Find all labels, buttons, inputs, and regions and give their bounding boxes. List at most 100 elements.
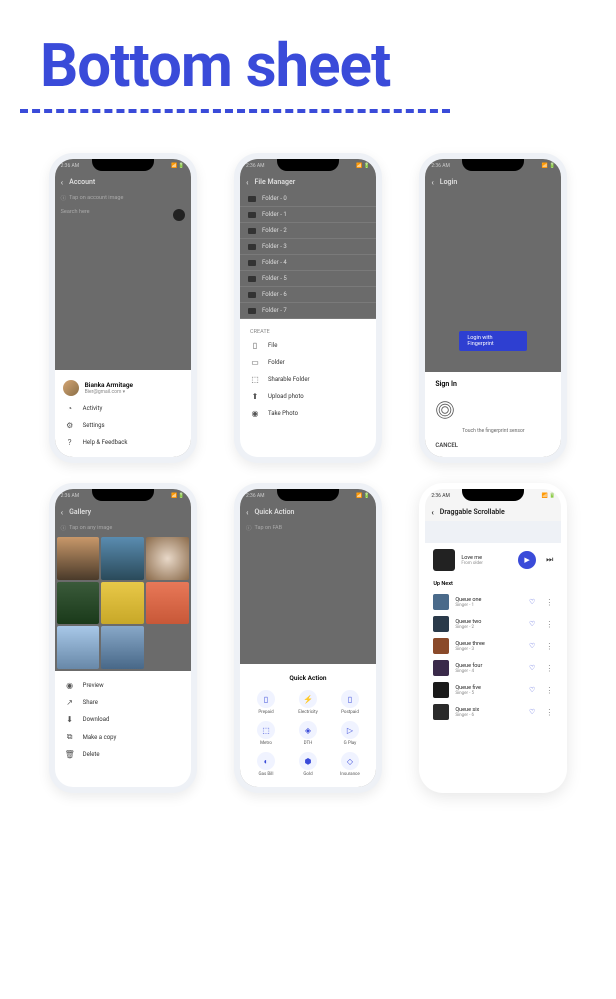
back-icon[interactable]: ‹ xyxy=(431,508,433,517)
phone-account: 2:36 AM📶 🔋 ‹ Account ⓘTap on account ima… xyxy=(49,153,197,463)
avatar-icon[interactable] xyxy=(173,209,185,221)
queue-art xyxy=(433,638,449,654)
sheet-item-delete[interactable]: 🗑Delete xyxy=(55,746,191,763)
avatar xyxy=(63,380,79,396)
folder-row[interactable]: Folder - 7 xyxy=(240,303,376,319)
folder-row[interactable]: Folder - 0 xyxy=(240,191,376,207)
search-row[interactable]: Search here xyxy=(55,205,191,225)
heart-icon[interactable]: ♡ xyxy=(529,664,535,672)
upload-icon: ⬆ xyxy=(250,392,260,401)
qa-prepaid[interactable]: ▯Prepaid xyxy=(246,690,286,715)
cancel-button[interactable]: CANCEL xyxy=(435,442,551,449)
sheet-item-sharable[interactable]: ⬚Sharable Folder xyxy=(240,371,376,388)
spacer xyxy=(425,521,561,543)
qa-gasbill[interactable]: ◐Gas Bill xyxy=(246,752,286,777)
heart-icon[interactable]: ♡ xyxy=(529,686,535,694)
hint-row: ⓘTap on any image xyxy=(55,521,191,535)
gallery-image[interactable] xyxy=(146,582,189,625)
user-email: Bier@gmail.com ▾ xyxy=(85,389,133,395)
user-row[interactable]: Bianka Armitage Bier@gmail.com ▾ xyxy=(55,376,191,400)
back-icon[interactable]: ‹ xyxy=(246,178,248,187)
heart-icon[interactable]: ♡ xyxy=(529,598,535,606)
gallery-grid xyxy=(55,535,191,671)
queue-row[interactable]: Queue sixSinger - 6♡⋮ xyxy=(425,701,561,723)
back-icon[interactable]: ‹ xyxy=(61,508,63,517)
bottom-sheet: CREATE ▯File ▭Folder ⬚Sharable Folder ⬆U… xyxy=(240,319,376,428)
heart-icon[interactable]: ♡ xyxy=(529,708,535,716)
notch xyxy=(277,159,339,171)
user-name: Bianka Armitage xyxy=(85,381,133,389)
gallery-image[interactable] xyxy=(57,582,100,625)
heart-icon[interactable]: ♡ xyxy=(529,642,535,650)
signin-title: Sign In xyxy=(435,380,551,388)
queue-row[interactable]: Queue threeSinger - 3♡⋮ xyxy=(425,635,561,657)
folder-icon xyxy=(248,228,256,234)
hint-row: ⓘTap on account image xyxy=(55,191,191,205)
back-icon[interactable]: ‹ xyxy=(246,508,248,517)
queue-row[interactable]: Queue oneSinger - 1♡⋮ xyxy=(425,591,561,613)
sheet-item-upload[interactable]: ⬆Upload photo xyxy=(240,388,376,405)
dth-icon: ◈ xyxy=(299,721,317,739)
file-icon: ▯ xyxy=(250,341,260,350)
sheet-item-file[interactable]: ▯File xyxy=(240,337,376,354)
sheet-item-help[interactable]: ?Help & Feedback xyxy=(55,434,191,451)
sheet-item-download[interactable]: ⬇Download xyxy=(55,711,191,728)
queue-row[interactable]: Queue fourSinger - 4♡⋮ xyxy=(425,657,561,679)
upnext-label: Up Next xyxy=(425,577,561,591)
folder-row[interactable]: Folder - 4 xyxy=(240,255,376,271)
login-fingerprint-button[interactable]: Login with Fingerprint xyxy=(459,331,527,351)
back-icon[interactable]: ‹ xyxy=(431,178,433,187)
folder-row[interactable]: Folder - 5 xyxy=(240,271,376,287)
folder-row[interactable]: Folder - 2 xyxy=(240,223,376,239)
queue-art xyxy=(433,682,449,698)
app-title: Quick Action xyxy=(254,508,294,516)
folder-row[interactable]: Folder - 6 xyxy=(240,287,376,303)
gold-icon: ⬢ xyxy=(299,752,317,770)
folder-icon xyxy=(248,212,256,218)
more-icon[interactable]: ⋮ xyxy=(545,664,553,673)
trash-icon: 🗑 xyxy=(65,750,75,759)
sheet-item-share[interactable]: ↗Share xyxy=(55,694,191,711)
queue-row[interactable]: Queue twoSinger - 2♡⋮ xyxy=(425,613,561,635)
phone-file-manager: 2:36 AM📶 🔋 ‹ File Manager Folder - 0 Fol… xyxy=(234,153,382,463)
more-icon[interactable]: ⋮ xyxy=(545,686,553,695)
gallery-image[interactable] xyxy=(57,626,100,669)
next-button[interactable]: ⏭ xyxy=(546,555,553,565)
sheet-item-preview[interactable]: ◉Preview xyxy=(55,677,191,694)
more-icon[interactable]: ⋮ xyxy=(545,620,553,629)
back-icon[interactable]: ‹ xyxy=(61,178,63,187)
qa-dth[interactable]: ◈DTH xyxy=(288,721,328,746)
qa-electricity[interactable]: ⚡Electricity xyxy=(288,690,328,715)
qa-gplay[interactable]: ▷G Play xyxy=(330,721,370,746)
gallery-image[interactable] xyxy=(101,626,144,669)
sheet-item-camera[interactable]: ◉Take Photo xyxy=(240,405,376,422)
gallery-image[interactable] xyxy=(101,537,144,580)
sheet-item-activity[interactable]: ◔Activity xyxy=(55,400,191,417)
qa-insurance[interactable]: ◇Insurance xyxy=(330,752,370,777)
play-button[interactable]: ▶ xyxy=(518,551,536,569)
app-title: Login xyxy=(440,178,457,186)
app-title: Draggable Scrollable xyxy=(440,508,505,516)
app-bar: ‹ Gallery xyxy=(55,503,191,521)
qa-postpaid[interactable]: ▯Postpaid xyxy=(330,690,370,715)
qa-gold[interactable]: ⬢Gold xyxy=(288,752,328,777)
folder-row[interactable]: Folder - 1 xyxy=(240,207,376,223)
folder-row[interactable]: Folder - 3 xyxy=(240,239,376,255)
more-icon[interactable]: ⋮ xyxy=(545,708,553,717)
sheet-item-settings[interactable]: ⚙Settings xyxy=(55,417,191,434)
heart-icon[interactable]: ♡ xyxy=(529,620,535,628)
sheet-title: CREATE xyxy=(240,325,376,337)
sheet-item-folder[interactable]: ▭Folder xyxy=(240,354,376,371)
queue-list: Queue oneSinger - 1♡⋮ Queue twoSinger - … xyxy=(425,591,561,723)
queue-row[interactable]: Queue fiveSinger - 5♡⋮ xyxy=(425,679,561,701)
sheet-item-copy[interactable]: ⧉Make a copy xyxy=(55,728,191,746)
fingerprint-text: Touch the fingerprint sensor xyxy=(435,428,551,434)
more-icon[interactable]: ⋮ xyxy=(545,642,553,651)
folder-list: Folder - 0 Folder - 1 Folder - 2 Folder … xyxy=(240,191,376,319)
more-icon[interactable]: ⋮ xyxy=(545,598,553,607)
folder-icon xyxy=(248,276,256,282)
gallery-image[interactable] xyxy=(146,537,189,580)
gallery-image[interactable] xyxy=(101,582,144,625)
gallery-image[interactable] xyxy=(57,537,100,580)
qa-metro[interactable]: ⬚Metro xyxy=(246,721,286,746)
